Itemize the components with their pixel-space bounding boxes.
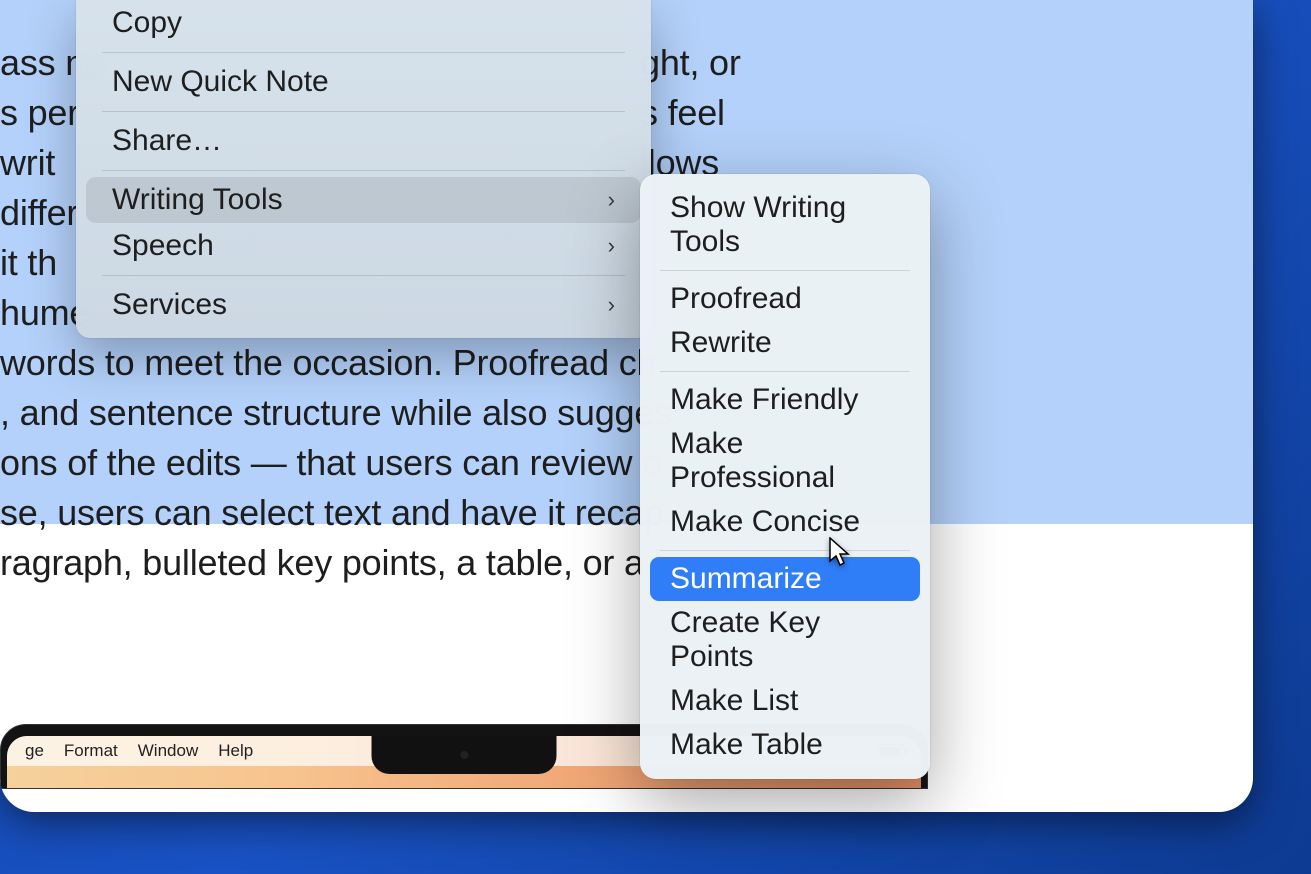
- menu-label: Share…: [112, 124, 222, 158]
- chevron-right-icon: ›: [608, 187, 615, 213]
- menu-item-speech[interactable]: Speech ›: [86, 223, 641, 269]
- menu-item-share[interactable]: Share…: [86, 118, 641, 164]
- text-line: ght, or: [640, 38, 741, 88]
- submenu-item-make-list[interactable]: Make List: [650, 679, 920, 723]
- text-line: writ: [0, 138, 55, 188]
- menu-item-copy[interactable]: Copy: [86, 0, 641, 46]
- text-line: ragraph, bulleted key points, a table, o…: [0, 538, 661, 588]
- menu-divider: [660, 270, 910, 271]
- camera-icon: [460, 751, 468, 759]
- display-notch: [372, 736, 557, 774]
- menu-label: Speech: [112, 229, 214, 263]
- writing-tools-submenu[interactable]: Show Writing Tools Proofread Rewrite Mak…: [640, 174, 930, 779]
- menubar-item-window[interactable]: Window: [128, 741, 208, 761]
- submenu-item-make-professional[interactable]: Make Professional: [650, 422, 920, 500]
- menu-label: New Quick Note: [112, 65, 329, 99]
- menu-divider: [660, 550, 910, 551]
- menu-item-services[interactable]: Services ›: [86, 282, 641, 328]
- menu-label: Copy: [112, 6, 182, 40]
- menu-item-new-quick-note[interactable]: New Quick Note: [86, 59, 641, 105]
- submenu-item-make-friendly[interactable]: Make Friendly: [650, 378, 920, 422]
- text-line: words to meet the occasion. Proofread ch: [0, 338, 656, 388]
- text-line: s per: [0, 88, 79, 138]
- submenu-item-create-key-points[interactable]: Create Key Points: [650, 601, 920, 679]
- submenu-item-summarize[interactable]: Summarize: [650, 557, 920, 601]
- text-line: ons of the edits — that users can review…: [0, 438, 662, 488]
- text-line: se, users can select text and have it re…: [0, 488, 664, 538]
- menu-divider: [102, 170, 625, 171]
- context-menu[interactable]: Copy New Quick Note Share… Writing Tools…: [76, 0, 651, 338]
- menu-item-writing-tools[interactable]: Writing Tools ›: [86, 177, 641, 223]
- chevron-right-icon: ›: [608, 292, 615, 318]
- submenu-item-show-writing-tools[interactable]: Show Writing Tools: [650, 186, 920, 264]
- menubar-item[interactable]: ge: [15, 741, 54, 761]
- menubar-item-help[interactable]: Help: [208, 741, 263, 761]
- submenu-item-proofread[interactable]: Proofread: [650, 277, 920, 321]
- text-line: s feel: [640, 88, 725, 138]
- menu-label: Writing Tools: [112, 183, 283, 217]
- menu-divider: [660, 371, 910, 372]
- menu-divider: [102, 275, 625, 276]
- text-line: it th: [0, 238, 57, 288]
- menu-divider: [102, 52, 625, 53]
- text-line: , and sentence structure while also sugg…: [0, 388, 672, 438]
- submenu-item-make-concise[interactable]: Make Concise: [650, 500, 920, 544]
- submenu-item-make-table[interactable]: Make Table: [650, 723, 920, 767]
- chevron-right-icon: ›: [608, 233, 615, 259]
- menu-label: Services: [112, 288, 227, 322]
- submenu-item-rewrite[interactable]: Rewrite: [650, 321, 920, 365]
- menu-divider: [102, 111, 625, 112]
- text-line: differ: [0, 188, 78, 238]
- menubar-item-format[interactable]: Format: [54, 741, 128, 761]
